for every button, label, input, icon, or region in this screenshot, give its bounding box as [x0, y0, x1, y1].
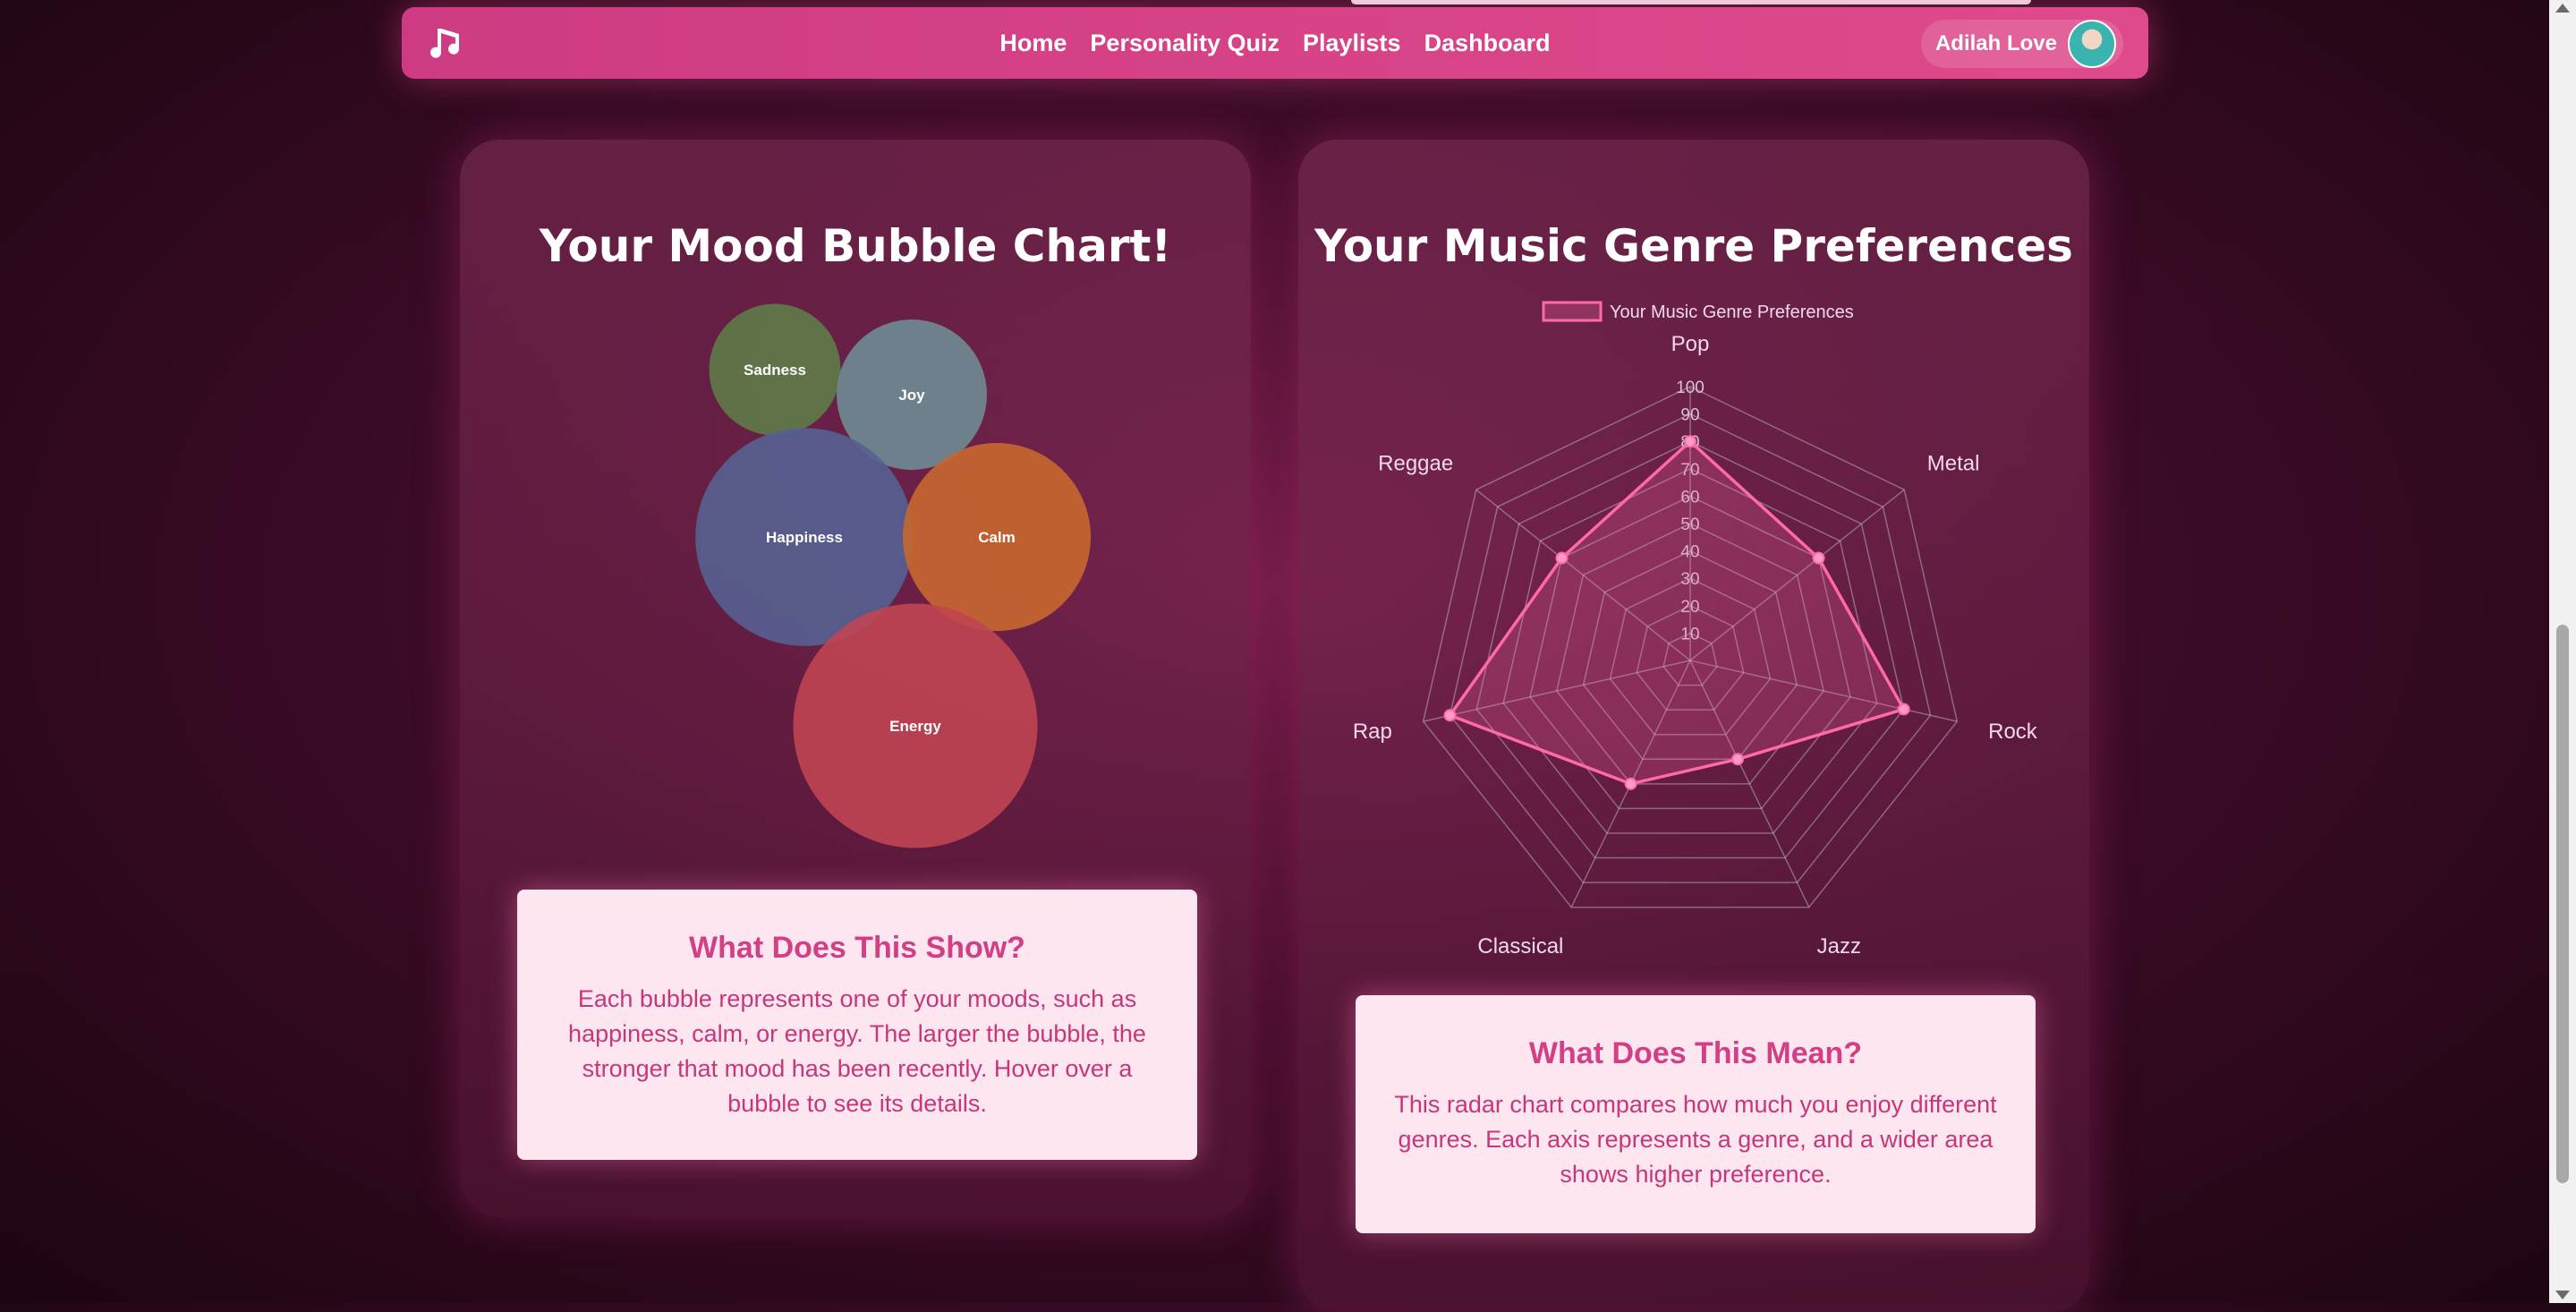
legend-swatch[interactable] [1542, 301, 1603, 322]
user-menu[interactable]: Adilah Love [1920, 20, 2123, 68]
radar-axis-label-pop: Pop [1671, 332, 1710, 356]
mood-info-title: What Does This Show? [689, 931, 1025, 965]
nav-playlists[interactable]: Playlists [1303, 30, 1401, 57]
bubble-label-happiness: Happiness [766, 529, 843, 546]
radar-axis-label-jazz: Jazz [1817, 934, 1861, 958]
radar-point-metal[interactable] [1812, 551, 1825, 565]
genre-info-title: What Does This Mean? [1528, 1036, 1863, 1070]
radar-series-area [1447, 439, 1907, 786]
user-name: Adilah Love [1934, 31, 2057, 55]
radar-axis-label-rap: Rap [1353, 720, 1392, 744]
genre-card: Your Music Genre Preferences Your Music … [1298, 140, 2089, 1312]
radar-axis-label-rock: Rock [1988, 720, 2038, 744]
legend-label[interactable]: Your Music Genre Preferences [1610, 302, 1854, 322]
nav-personality-quiz[interactable]: Personality Quiz [1090, 30, 1279, 57]
radar-point-reggae[interactable] [1555, 551, 1569, 565]
bubble-label-joy: Joy [898, 387, 925, 404]
radar-axis-label-metal: Metal [1927, 451, 1980, 475]
scroll-up-arrow-icon[interactable] [2555, 4, 2570, 13]
bubble-label-calm: Calm [978, 529, 1016, 546]
radar-tick-label: 90 [1680, 406, 1699, 425]
bubble-label-energy: Energy [889, 718, 941, 735]
scroll-thumb[interactable] [2556, 625, 2569, 1183]
browser-top-strip [1351, 0, 2031, 4]
radar-point-pop[interactable] [1684, 435, 1696, 448]
radar-point-rap[interactable] [1443, 709, 1457, 722]
nav-home[interactable]: Home [999, 30, 1067, 57]
navbar: Home Personality Quiz Playlists Dashboar… [402, 7, 2148, 79]
radar-point-jazz[interactable] [1731, 753, 1745, 766]
nav-dashboard[interactable]: Dashboard [1424, 30, 1551, 57]
avatar[interactable] [2068, 20, 2116, 68]
bubble-label-sadness: Sadness [744, 362, 806, 379]
scrollbar[interactable] [2549, 0, 2576, 1303]
mood-info-box: What Does This Show? Each bubble represe… [517, 890, 1197, 1160]
nav-links: Home Personality Quiz Playlists Dashboar… [402, 7, 2148, 79]
mood-bubble-chart: Sadness Joy Happiness Calm Energy [695, 303, 1091, 848]
genre-radar-chart: Your Music Genre Preferences102030405060… [1353, 301, 2038, 958]
radar-point-classical[interactable] [1624, 777, 1637, 790]
mood-info-body: Each bubble represents one of your moods… [568, 985, 1146, 1117]
radar-axis-label-classical: Classical [1477, 934, 1563, 958]
genre-info-body: This radar chart compares how much you e… [1394, 1091, 1997, 1188]
radar-tick-label: 100 [1676, 379, 1705, 397]
radar-axis-label-reggae: Reggae [1378, 451, 1453, 475]
mood-card: Your Mood Bubble Chart! Sadness Joy Happin… [460, 140, 1251, 1217]
genre-info-box: What Does This Mean? This radar chart co… [1356, 995, 2036, 1233]
scroll-down-arrow-icon[interactable] [2555, 1291, 2570, 1299]
radar-point-rock[interactable] [1897, 703, 1910, 716]
